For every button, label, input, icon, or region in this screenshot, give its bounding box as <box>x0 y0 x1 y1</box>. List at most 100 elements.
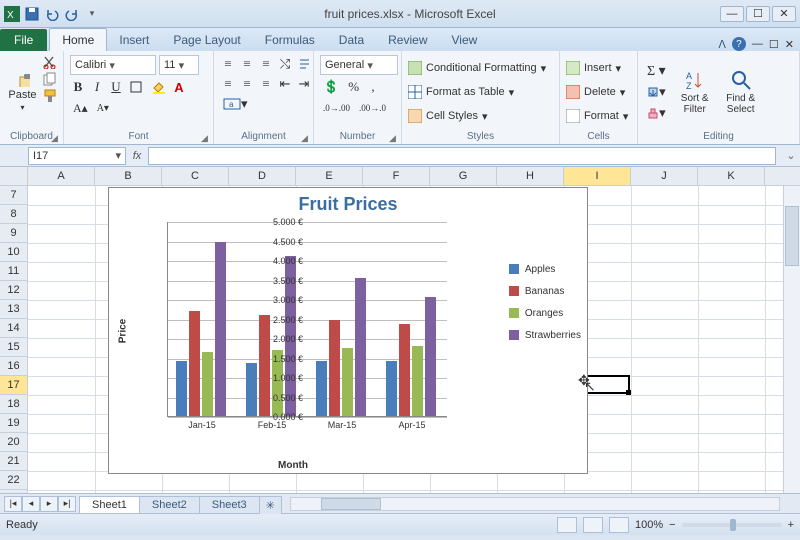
qat-customize-icon[interactable]: ▾ <box>84 6 100 22</box>
sheet-nav-first[interactable]: |◂ <box>4 496 22 512</box>
delete-cells-button[interactable]: Delete ▾ <box>566 81 631 103</box>
border-button[interactable] <box>127 78 145 96</box>
inner-restore-icon[interactable]: ☐ <box>769 38 779 51</box>
clear-button[interactable]: ▾ <box>644 104 669 122</box>
tab-formulas[interactable]: Formulas <box>253 29 327 51</box>
embedded-chart[interactable]: Fruit Prices Price Month ApplesBananasOr… <box>108 187 588 474</box>
help-icon[interactable]: ? <box>732 37 746 51</box>
vertical-scrollbar[interactable] <box>783 186 800 493</box>
align-right-button[interactable]: ≡ <box>258 75 274 93</box>
tab-data[interactable]: Data <box>327 29 376 51</box>
select-all-corner[interactable] <box>0 167 27 186</box>
row-header[interactable]: 13 <box>0 300 27 319</box>
row-header[interactable]: 11 <box>0 262 27 281</box>
align-center-button[interactable]: ≡ <box>239 75 255 93</box>
number-format-combo[interactable]: General▾ <box>320 55 398 75</box>
zoom-percent[interactable]: 100% <box>635 519 663 531</box>
fill-button[interactable]: ▾ <box>644 83 669 101</box>
wrap-text-button[interactable] <box>296 55 312 73</box>
row-header[interactable]: 10 <box>0 243 27 262</box>
fill-color-button[interactable] <box>148 78 168 96</box>
zoom-slider[interactable] <box>682 523 782 527</box>
format-cells-button[interactable]: Format ▾ <box>566 105 631 127</box>
align-left-button[interactable]: ≡ <box>220 75 236 93</box>
zoom-out-button[interactable]: − <box>669 519 675 531</box>
shrink-font-button[interactable]: A▾ <box>94 99 112 117</box>
name-box[interactable]: I17▾ <box>28 147 126 165</box>
orientation-button[interactable]: ⤭ <box>277 55 293 73</box>
number-dialog-launcher[interactable]: ◢ <box>389 133 399 143</box>
tab-page-layout[interactable]: Page Layout <box>161 29 252 51</box>
sheet-tab-3[interactable]: Sheet3 <box>199 496 260 513</box>
cell-styles-button[interactable]: Cell Styles ▾ <box>408 105 553 127</box>
sheet-nav-last[interactable]: ▸| <box>58 496 76 512</box>
cut-icon[interactable] <box>43 55 57 69</box>
tab-home[interactable]: Home <box>49 28 107 51</box>
row-header[interactable]: 9 <box>0 224 27 243</box>
grow-font-button[interactable]: A▴ <box>70 99 91 117</box>
font-color-button[interactable]: A <box>171 78 187 96</box>
horizontal-scrollbar[interactable] <box>290 497 780 511</box>
save-icon[interactable] <box>24 6 40 22</box>
new-sheet-button[interactable]: ✳ <box>259 496 282 514</box>
align-bottom-button[interactable]: ≡ <box>258 55 274 73</box>
increase-decimal-button[interactable]: .0→.00 <box>320 99 353 117</box>
paste-button[interactable]: Paste▾ <box>6 55 39 129</box>
sheet-nav-next[interactable]: ▸ <box>40 496 58 512</box>
accounting-format-button[interactable]: 💲 <box>320 78 342 96</box>
sheet-tab-2[interactable]: Sheet2 <box>139 496 200 513</box>
conditional-formatting-button[interactable]: Conditional Formatting ▾ <box>408 57 553 79</box>
merge-center-button[interactable]: a▾ <box>220 95 251 113</box>
sort-filter-button[interactable]: AZ Sort & Filter <box>675 69 715 115</box>
row-header[interactable]: 12 <box>0 281 27 300</box>
insert-cells-button[interactable]: Insert ▾ <box>566 57 631 79</box>
comma-format-button[interactable]: , <box>365 78 381 96</box>
align-middle-button[interactable]: ≡ <box>239 55 255 73</box>
row-header[interactable]: 22 <box>0 471 27 490</box>
view-page-break-button[interactable] <box>609 517 629 533</box>
align-top-button[interactable]: ≡ <box>220 55 236 73</box>
decrease-decimal-button[interactable]: .00→.0 <box>356 99 389 117</box>
row-header[interactable]: 14 <box>0 319 27 338</box>
row-header[interactable]: 16 <box>0 357 27 376</box>
row-header[interactable]: 21 <box>0 452 27 471</box>
percent-format-button[interactable]: % <box>345 78 362 96</box>
increase-indent-button[interactable]: ⇥ <box>296 75 312 93</box>
view-page-layout-button[interactable] <box>583 517 603 533</box>
underline-button[interactable]: U <box>108 78 124 96</box>
row-header[interactable]: 8 <box>0 205 27 224</box>
row-header[interactable]: 17 <box>0 376 27 395</box>
file-tab[interactable]: File <box>0 29 47 51</box>
tab-review[interactable]: Review <box>376 29 439 51</box>
alignment-dialog-launcher[interactable]: ◢ <box>301 133 311 143</box>
tab-insert[interactable]: Insert <box>107 29 161 51</box>
minimize-ribbon-icon[interactable]: ᐱ <box>718 38 726 51</box>
copy-icon[interactable] <box>43 72 57 86</box>
find-select-button[interactable]: Find & Select <box>721 69 761 115</box>
decrease-indent-button[interactable]: ⇤ <box>277 75 293 93</box>
row-header[interactable]: 19 <box>0 414 27 433</box>
clipboard-dialog-launcher[interactable]: ◢ <box>51 133 61 143</box>
formula-bar[interactable] <box>148 147 776 165</box>
sheet-tab-active[interactable]: Sheet1 <box>79 496 140 513</box>
row-header[interactable]: 7 <box>0 186 27 205</box>
sheet-nav-prev[interactable]: ◂ <box>22 496 40 512</box>
font-family-combo[interactable]: Calibri▾ <box>70 55 156 75</box>
undo-icon[interactable] <box>44 6 60 22</box>
minimize-button[interactable]: — <box>720 6 744 22</box>
italic-button[interactable]: I <box>89 78 105 96</box>
inner-min-icon[interactable]: — <box>752 38 763 50</box>
row-header[interactable]: 15 <box>0 338 27 357</box>
zoom-in-button[interactable]: + <box>788 519 794 531</box>
autosum-button[interactable]: Σ ▾ <box>644 62 669 80</box>
fx-label[interactable]: fx <box>126 150 148 162</box>
restore-button[interactable]: ☐ <box>746 6 770 22</box>
close-button[interactable]: ✕ <box>772 6 796 22</box>
tab-view[interactable]: View <box>440 29 490 51</box>
bold-button[interactable]: B <box>70 78 86 96</box>
row-header[interactable]: 20 <box>0 433 27 452</box>
font-size-combo[interactable]: 11▾ <box>159 55 199 75</box>
inner-close-icon[interactable]: ✕ <box>785 38 794 51</box>
format-as-table-button[interactable]: Format as Table ▾ <box>408 81 553 103</box>
font-dialog-launcher[interactable]: ◢ <box>201 133 211 143</box>
